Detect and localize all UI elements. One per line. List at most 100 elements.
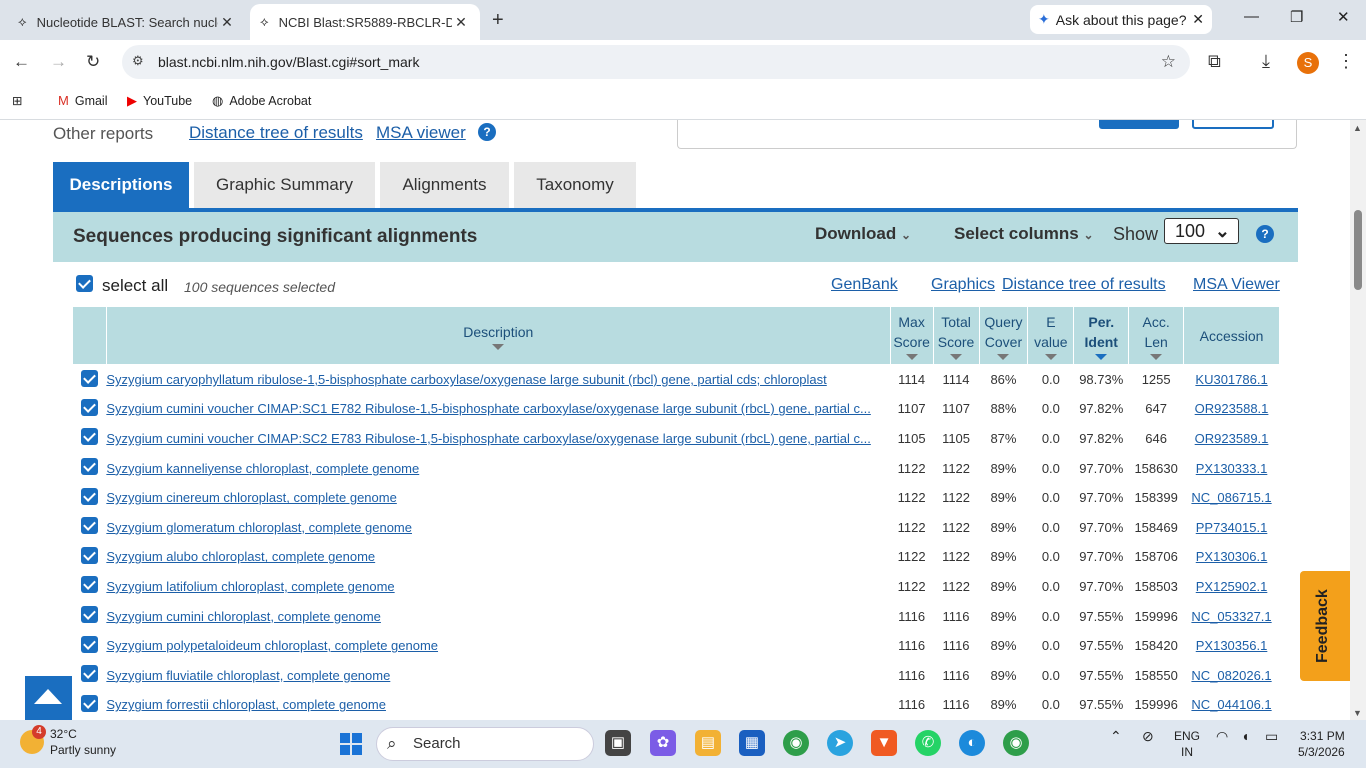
- accession-cell[interactable]: PX130356.1: [1184, 631, 1280, 661]
- description-cell[interactable]: Syzygium cumini chloroplast, complete ge…: [106, 601, 890, 631]
- accession-cell[interactable]: NC_086715.1: [1184, 483, 1280, 513]
- header-per-ident[interactable]: Per. Ident: [1073, 306, 1130, 365]
- description-cell[interactable]: Syzygium kanneliyense chloroplast, compl…: [106, 453, 890, 483]
- row-checkbox-cell[interactable]: [73, 631, 107, 661]
- download-icon[interactable]: ⤓: [1262, 51, 1270, 72]
- windows-start-icon[interactable]: [340, 733, 362, 755]
- tab-taxonomy[interactable]: Taxonomy: [514, 162, 636, 208]
- site-info-icon[interactable]: ⚙: [132, 53, 144, 69]
- accession-cell[interactable]: PX130306.1: [1184, 542, 1280, 572]
- tab-alignments[interactable]: Alignments: [380, 162, 509, 208]
- description-link[interactable]: Syzygium glomeratum chloroplast, complet…: [106, 520, 412, 535]
- header-query-cover[interactable]: Query Cover: [978, 306, 1029, 365]
- row-checkbox-cell[interactable]: [73, 601, 107, 631]
- back-to-top-button[interactable]: [25, 676, 72, 720]
- close-icon[interactable]: ✕: [1192, 11, 1204, 28]
- description-cell[interactable]: Syzygium caryophyllatum ribulose-1,5-bis…: [106, 365, 890, 395]
- row-checkbox[interactable]: [80, 369, 98, 387]
- row-checkbox[interactable]: [80, 665, 98, 683]
- help-icon[interactable]: ?: [478, 123, 496, 141]
- accession-cell[interactable]: KU301786.1: [1184, 365, 1280, 395]
- description-cell[interactable]: Syzygium cumini voucher CIMAP:SC2 E783 R…: [106, 424, 890, 454]
- new-tab-button[interactable]: +: [492, 9, 504, 32]
- scroll-down-icon[interactable]: ▼: [1353, 708, 1362, 718]
- description-cell[interactable]: Syzygium cumini voucher CIMAP:SC1 E782 R…: [106, 394, 890, 424]
- description-cell[interactable]: Syzygium latifolium chloroplast, complet…: [106, 572, 890, 602]
- header-description[interactable]: Description: [105, 306, 891, 365]
- row-checkbox[interactable]: [80, 576, 98, 594]
- header-total-score[interactable]: Total Score: [932, 306, 980, 365]
- browser-tab-blast-search[interactable]: ⟡ Nucleotide BLAST: Search nucle ✕: [8, 4, 246, 40]
- accession-link[interactable]: OR923588.1: [1195, 401, 1269, 416]
- task-view-icon[interactable]: ▣: [605, 730, 631, 756]
- row-checkbox-cell[interactable]: [73, 365, 107, 395]
- menu-icon[interactable]: ⋮: [1337, 51, 1355, 72]
- volume-icon[interactable]: ◖: [1241, 728, 1249, 744]
- tab-descriptions[interactable]: Descriptions: [53, 162, 189, 208]
- help-icon[interactable]: ?: [1256, 225, 1274, 243]
- description-link[interactable]: Syzygium cumini voucher CIMAP:SC2 E783 R…: [106, 431, 871, 446]
- header-accession[interactable]: Accession: [1183, 306, 1280, 365]
- select-columns-dropdown[interactable]: Select columns ⌄: [954, 224, 1094, 244]
- download-dropdown[interactable]: Download ⌄: [815, 224, 911, 244]
- row-checkbox-cell[interactable]: [73, 483, 107, 513]
- row-checkbox[interactable]: [80, 546, 98, 564]
- filter-button[interactable]: Filter: [1099, 120, 1179, 129]
- maximize-icon[interactable]: ❐: [1290, 8, 1303, 26]
- row-checkbox-cell[interactable]: [73, 660, 107, 690]
- accession-link[interactable]: PX130356.1: [1196, 638, 1268, 653]
- row-checkbox[interactable]: [80, 458, 98, 476]
- row-checkbox[interactable]: [80, 635, 98, 653]
- scroll-up-icon[interactable]: ▲: [1353, 123, 1362, 133]
- accession-link[interactable]: OR923589.1: [1195, 431, 1269, 446]
- brave-icon[interactable]: ▼: [871, 730, 897, 756]
- accession-cell[interactable]: PX130333.1: [1184, 453, 1280, 483]
- accession-cell[interactable]: NC_053327.1: [1184, 601, 1280, 631]
- copilot-icon[interactable]: ✿: [650, 730, 676, 756]
- bookmark-star-icon[interactable]: ☆: [1161, 52, 1176, 72]
- accession-link[interactable]: PP734015.1: [1196, 520, 1268, 535]
- accession-link[interactable]: PX130333.1: [1196, 461, 1268, 476]
- accession-link[interactable]: NC_086715.1: [1191, 490, 1271, 505]
- description-link[interactable]: Syzygium polypetaloideum chloroplast, co…: [106, 638, 438, 653]
- accession-cell[interactable]: NC_082026.1: [1184, 660, 1280, 690]
- telegram-icon[interactable]: ➤: [827, 730, 853, 756]
- row-checkbox-cell[interactable]: [73, 424, 107, 454]
- weather-widget[interactable]: 4 32°C Partly sunny: [20, 725, 116, 758]
- tab-graphic-summary[interactable]: Graphic Summary: [194, 162, 375, 208]
- row-checkbox[interactable]: [80, 517, 98, 535]
- battery-icon[interactable]: ▭: [1265, 728, 1278, 744]
- ask-about-page-button[interactable]: ✦ Ask about this page? ✕: [1030, 5, 1212, 34]
- accession-link[interactable]: PX125902.1: [1196, 579, 1268, 594]
- description-cell[interactable]: Syzygium polypetaloideum chloroplast, co…: [106, 631, 890, 661]
- header-max-score[interactable]: Max Score: [889, 306, 934, 365]
- row-checkbox[interactable]: [80, 428, 98, 446]
- close-tab-icon[interactable]: ✕: [218, 14, 236, 31]
- clock[interactable]: 3:31 PM 5/3/2026: [1298, 728, 1345, 760]
- header-acc-len[interactable]: Acc. Len: [1128, 306, 1185, 365]
- show-hidden-icons[interactable]: ⌃: [1110, 728, 1122, 744]
- genbank-link[interactable]: GenBank: [831, 276, 898, 294]
- taskbar-search[interactable]: ⌕ Search: [376, 727, 594, 761]
- description-cell[interactable]: Syzygium fluviatile chloroplast, complet…: [106, 660, 890, 690]
- bookmark-youtube[interactable]: ▶ YouTube: [127, 93, 192, 109]
- description-cell[interactable]: Syzygium cinereum chloroplast, complete …: [106, 483, 890, 513]
- close-tab-icon[interactable]: ✕: [452, 14, 470, 31]
- feedback-button[interactable]: Feedback: [1300, 571, 1350, 681]
- row-checkbox-cell[interactable]: [73, 512, 107, 542]
- description-link[interactable]: Syzygium kanneliyense chloroplast, compl…: [106, 461, 419, 476]
- scrollbar-thumb[interactable]: [1354, 210, 1362, 290]
- show-count-select[interactable]: 100 ⌄: [1164, 218, 1239, 244]
- description-link[interactable]: Syzygium alubo chloroplast, complete gen…: [106, 549, 375, 564]
- microsoft-store-icon[interactable]: ▦: [739, 730, 765, 756]
- distance-tree-link[interactable]: Distance tree of results: [1002, 276, 1166, 294]
- file-explorer-icon[interactable]: ▤: [695, 730, 721, 756]
- accession-cell[interactable]: PP734015.1: [1184, 512, 1280, 542]
- row-checkbox[interactable]: [80, 694, 98, 712]
- row-checkbox-cell[interactable]: [73, 690, 107, 720]
- edge-icon[interactable]: ◐: [959, 730, 985, 756]
- description-link[interactable]: Syzygium cinereum chloroplast, complete …: [106, 490, 396, 505]
- address-bar[interactable]: ⚙ blast.ncbi.nlm.nih.gov/Blast.cgi#sort_…: [122, 45, 1190, 79]
- description-cell[interactable]: Syzygium glomeratum chloroplast, complet…: [106, 512, 890, 542]
- distance-tree-link[interactable]: Distance tree of results: [189, 123, 363, 143]
